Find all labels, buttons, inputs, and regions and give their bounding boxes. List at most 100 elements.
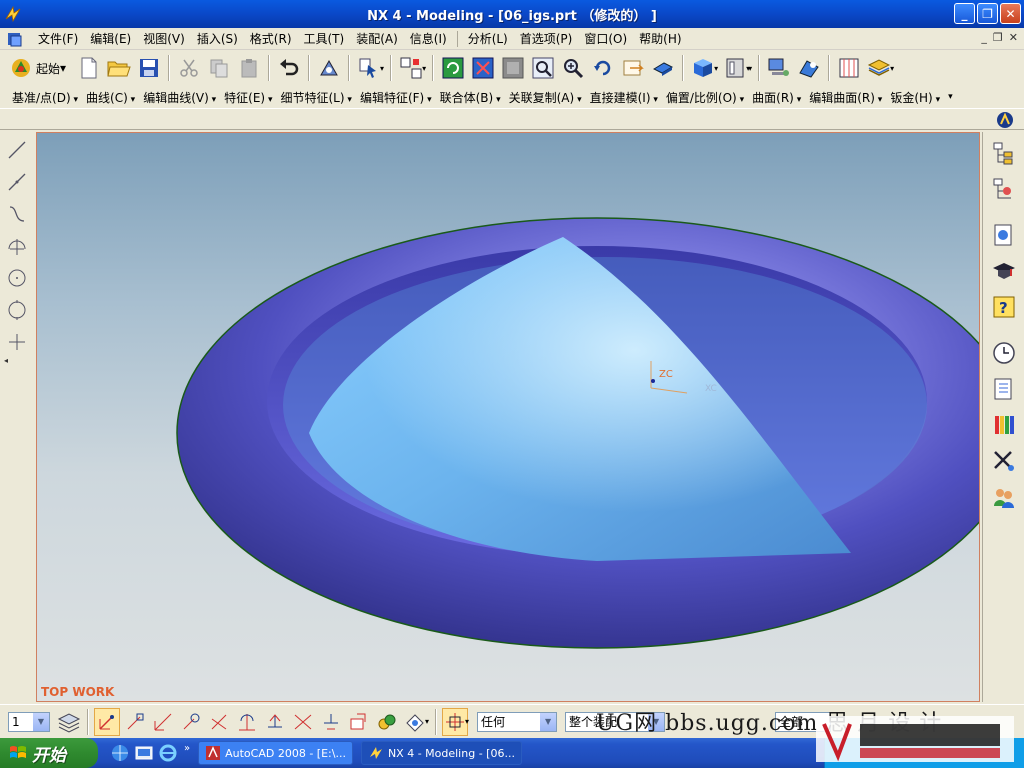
process-studio-icon[interactable]: [989, 446, 1019, 476]
document-menu-icon[interactable]: [6, 30, 24, 48]
selection-tool-icon[interactable]: [355, 54, 383, 82]
xc-point-icon[interactable]: [290, 708, 316, 736]
roles-icon[interactable]: [989, 482, 1019, 512]
refresh-icon[interactable]: [439, 54, 467, 82]
layers-icon[interactable]: [865, 54, 893, 82]
detail-feature-dropdown[interactable]: 细节特征(L): [277, 89, 356, 106]
zoom-icon[interactable]: [559, 54, 587, 82]
zoom-window-icon[interactable]: [499, 54, 527, 82]
save-icon[interactable]: [135, 54, 163, 82]
layer-settings-icon[interactable]: [56, 708, 82, 736]
palette-colors-icon[interactable]: [989, 410, 1019, 440]
show-desktop-icon[interactable]: [134, 743, 154, 763]
control-point-icon[interactable]: [178, 708, 204, 736]
direct-modeling-dropdown[interactable]: 直接建模(I): [586, 89, 662, 106]
menu-analysis[interactable]: 分析(L): [462, 28, 514, 49]
chevron-down-icon[interactable]: ▾: [422, 64, 426, 73]
curve-dropdown[interactable]: 曲线(C): [82, 89, 139, 106]
perspective-icon[interactable]: [649, 54, 677, 82]
training-icon[interactable]: [989, 256, 1019, 286]
reuse-library-icon[interactable]: [989, 374, 1019, 404]
chevron-down-icon[interactable]: ▾: [465, 717, 469, 726]
snap-settings-icon[interactable]: [374, 708, 400, 736]
chevron-down-icon[interactable]: ▼: [33, 712, 49, 731]
menu-help[interactable]: 帮助(H): [633, 28, 687, 49]
layer-select[interactable]: 1 ▼: [8, 711, 50, 732]
chevron-down-icon[interactable]: ▾: [890, 64, 894, 73]
chevron-down-icon[interactable]: ▾: [380, 64, 384, 73]
repeat-command-icon[interactable]: [315, 54, 343, 82]
history-clock-icon[interactable]: [989, 338, 1019, 368]
menu-information[interactable]: 信息(I): [404, 28, 453, 49]
quadrant-point-icon[interactable]: [318, 708, 344, 736]
end-point-icon[interactable]: [122, 708, 148, 736]
combine-dropdown[interactable]: 联合体(B): [436, 89, 505, 106]
edit-curve-dropdown[interactable]: 编辑曲线(V): [139, 89, 220, 106]
assembly-navigator-icon[interactable]: [989, 138, 1019, 168]
cut-icon[interactable]: [175, 54, 203, 82]
arc-point-icon[interactable]: [4, 232, 30, 260]
intersection-point-icon[interactable]: [206, 708, 232, 736]
zoom-area-icon[interactable]: [529, 54, 557, 82]
new-file-icon[interactable]: [75, 54, 103, 82]
quick-launch-more[interactable]: »: [184, 743, 190, 763]
menu-view[interactable]: 视图(V): [137, 28, 191, 49]
mid-point-icon[interactable]: [150, 708, 176, 736]
doc-restore-button[interactable]: ❐: [993, 31, 1003, 44]
help-icon[interactable]: ?: [989, 292, 1019, 322]
restore-button[interactable]: ❐: [977, 3, 998, 24]
nx-app-icon[interactable]: [4, 5, 22, 23]
surface-dropdown[interactable]: 曲面(R): [748, 89, 805, 106]
doc-close-button[interactable]: ✕: [1009, 31, 1018, 44]
doc-minimize-button[interactable]: _: [981, 31, 987, 44]
open-folder-icon[interactable]: [105, 54, 133, 82]
sheet-metal-dropdown[interactable]: 钣金(H): [886, 89, 944, 106]
menu-preferences[interactable]: 首选项(P): [514, 28, 579, 49]
chevron-down-icon[interactable]: ▾: [948, 92, 953, 102]
type-filter-select[interactable]: 任何 ▼: [477, 711, 558, 732]
graphics-viewport[interactable]: ZC XC TOP WORK: [36, 132, 980, 702]
web-browser-icon[interactable]: [989, 220, 1019, 250]
menu-file[interactable]: 文件(F): [32, 28, 84, 49]
datum-point-dropdown[interactable]: 基准/点(D): [8, 89, 82, 106]
view-orientation-icon[interactable]: [721, 54, 749, 82]
ie-icon[interactable]: [158, 743, 178, 763]
layout-icon[interactable]: [397, 54, 425, 82]
render-icon[interactable]: [795, 54, 823, 82]
chevron-down-icon[interactable]: ▾: [748, 64, 752, 73]
menu-assemblies[interactable]: 装配(A): [350, 28, 404, 49]
origin-point-icon[interactable]: [262, 708, 288, 736]
chevron-down-icon[interactable]: ▼: [540, 712, 557, 731]
circle-center-icon[interactable]: [4, 264, 30, 292]
close-button[interactable]: ✕: [1000, 3, 1021, 24]
edit-feature-dropdown[interactable]: 编辑特征(F): [356, 89, 436, 106]
point-on-face-icon[interactable]: [346, 708, 372, 736]
fit-view-icon[interactable]: [469, 54, 497, 82]
start-application-button[interactable]: 起始 ▾: [8, 53, 74, 83]
edit-surface-dropdown[interactable]: 编辑曲面(R): [805, 89, 886, 106]
menu-format[interactable]: 格式(R): [244, 28, 298, 49]
panel-toggle-icon[interactable]: [835, 54, 863, 82]
task-autocad[interactable]: AutoCAD 2008 - [E:\...: [198, 741, 353, 765]
start-menu-button[interactable]: 开始: [0, 738, 98, 768]
copy-icon[interactable]: [205, 54, 233, 82]
rotate-icon[interactable]: [589, 54, 617, 82]
menu-tools[interactable]: 工具(T): [298, 28, 351, 49]
chevron-down-icon[interactable]: ▾: [425, 717, 429, 726]
menu-edit[interactable]: 编辑(E): [84, 28, 137, 49]
menu-insert[interactable]: 插入(S): [191, 28, 244, 49]
associative-copy-dropdown[interactable]: 关联复制(A): [505, 89, 586, 106]
point-icon[interactable]: [4, 328, 30, 356]
part-navigator-icon[interactable]: [989, 174, 1019, 204]
feature-dropdown[interactable]: 特征(E): [220, 89, 276, 106]
menu-window[interactable]: 窗口(O): [578, 28, 633, 49]
arc-center-icon[interactable]: [234, 708, 260, 736]
line-icon[interactable]: [4, 136, 30, 164]
inferred-point-icon[interactable]: [94, 707, 120, 736]
undo-icon[interactable]: [275, 54, 303, 82]
pan-icon[interactable]: [619, 54, 647, 82]
palette-more-icon[interactable]: ◂: [4, 356, 34, 365]
circle-icon[interactable]: [4, 296, 30, 324]
shaded-view-icon[interactable]: [689, 54, 717, 82]
paste-icon[interactable]: [235, 54, 263, 82]
